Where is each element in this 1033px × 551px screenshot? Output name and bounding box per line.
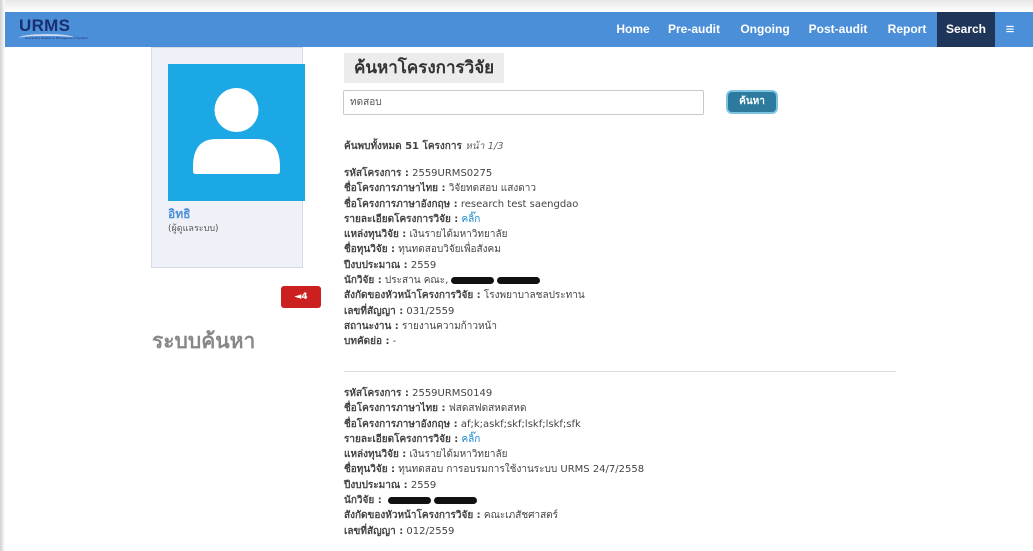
project-code: 2559URMS0275 [412, 168, 493, 179]
result-item: รหัสโครงการ : 2559URMS0149 ชื่อโครงการภา… [344, 386, 904, 539]
field-label: ชื่อโครงการภาษาอังกฤษ : [344, 198, 458, 210]
field-label: รหัสโครงการ : [344, 388, 409, 399]
project-name-en: research test saengdao [460, 198, 579, 210]
project-name-en: af;k;askf;skf;lskf;lskf;sfk [460, 418, 581, 430]
navbar: URMS University Research Management Syst… [5, 12, 1033, 47]
notification-button[interactable]: ◄4 [281, 286, 321, 308]
field-label: นักวิจัย : [344, 495, 382, 507]
field-label: ชื่อทุนวิจัย : [344, 244, 396, 256]
profile-role: (ผู้ดูแลระบบ) [168, 224, 219, 234]
nav-home[interactable]: Home [611, 12, 655, 47]
section-label: ระบบค้นหา [152, 329, 256, 353]
detail-link[interactable]: คลิ๊ก [461, 214, 480, 225]
fiscal-year: 2559 [410, 259, 437, 271]
contract-number: 012/2559 [406, 525, 455, 537]
field-label: ปีงบประมาณ : [344, 259, 408, 271]
result-divider [344, 371, 896, 372]
field-label: รายละเอียดโครงการวิจัย : [344, 213, 459, 225]
field-label: รายละเอียดโครงการวิจัย : [344, 433, 459, 445]
abstract: - [392, 336, 397, 348]
notification-count: 4 [301, 292, 308, 302]
project-name-th: ฟสดสฟดสหดสหด [448, 403, 527, 415]
page-title: ค้นหาโครงการวิจัย [344, 53, 505, 83]
window-shadow-left [0, 0, 5, 551]
fund-name: ทุนทดสอบ การอบรมการใช้งานระบบ URMS 24/7/… [398, 464, 645, 476]
field-label: ชื่อโครงการภาษาไทย : [344, 183, 446, 195]
field-label: บทคัดย่อ : [344, 336, 390, 348]
field-label: ปีงบประมาณ : [344, 479, 408, 491]
nav-search[interactable]: Search [937, 12, 995, 47]
nav-ongoing[interactable]: Ongoing [736, 12, 794, 47]
field-label: ชื่อโครงการภาษาไทย : [344, 403, 446, 415]
detail-link[interactable]: คลิ๊ก [461, 434, 480, 445]
nav-post-audit[interactable]: Post-audit [802, 12, 874, 47]
window-shadow-top [0, 0, 1033, 12]
avatar[interactable] [168, 64, 305, 201]
field-label: นักวิจัย : [344, 275, 382, 287]
field-label: สังกัดของหัวหน้าโครงการวิจัย : [344, 510, 481, 522]
researcher-name: ประสาน คณะ, [384, 275, 449, 287]
fund-source: เงินรายได้มหาวิทยาลัย [409, 449, 508, 461]
profile-card: อิทธิ (ผู้ดูแลระบบ) [151, 47, 305, 268]
redaction-mark [387, 496, 431, 504]
contract-number: 031/2559 [406, 305, 455, 317]
field-label: เลขที่สัญญา : [344, 305, 404, 317]
search-input[interactable] [343, 90, 704, 115]
field-label: ชื่อทุนวิจัย : [344, 464, 396, 476]
fund-source: เงินรายได้มหาวิทยาลัย [409, 229, 508, 241]
field-label: แหล่งทุนวิจัย : [344, 229, 407, 241]
brand-tagline: University Research Management System [25, 36, 88, 40]
field-label: แหล่งทุนวิจัย : [344, 449, 407, 461]
result-summary: ค้นพบทั้งหมด 51 โครงการ หน้า 1/3 [344, 139, 504, 154]
page: URMS University Research Management Syst… [0, 0, 1033, 551]
fund-name: ทุนทดสอบวิจัยเพื่อสังคม [398, 244, 501, 256]
project-name-th: วิจัยทดสอบ แสงดาว [448, 183, 536, 195]
fiscal-year: 2559 [410, 479, 437, 491]
page-indicator: หน้า 1/3 [465, 141, 504, 152]
user-icon [193, 88, 280, 174]
affiliation: คณะเภสัชศาสตร์ [483, 510, 559, 522]
nav-report[interactable]: Report [881, 12, 933, 47]
redaction-mark [451, 276, 495, 284]
field-label: รหัสโครงการ : [344, 168, 409, 179]
field-label: ชื่อโครงการภาษาอังกฤษ : [344, 418, 458, 430]
redaction-mark [433, 496, 477, 504]
nav-pre-audit[interactable]: Pre-audit [662, 12, 726, 47]
brand-name: URMS [19, 16, 71, 35]
field-label: สถานะงาน : [344, 320, 399, 332]
affiliation: โรงพยาบาลชลประทาน [483, 290, 585, 302]
result-item: รหัสโครงการ : 2559URMS0275 ชื่อโครงการภา… [344, 166, 904, 350]
search-button[interactable]: ค้นหา [726, 90, 778, 114]
result-count: ค้นพบทั้งหมด 51 โครงการ [344, 141, 462, 152]
hamburger-menu-icon[interactable]: ≡ [997, 12, 1023, 47]
project-code: 2559URMS0149 [412, 388, 493, 399]
brand-logo[interactable]: URMS University Research Management Syst… [19, 16, 88, 42]
field-label: เลขที่สัญญา : [344, 525, 404, 537]
field-label: สังกัดของหัวหน้าโครงการวิจัย : [344, 290, 481, 302]
redaction-mark [497, 276, 541, 284]
work-status: รายงานความก้าวหน้า [401, 320, 498, 332]
